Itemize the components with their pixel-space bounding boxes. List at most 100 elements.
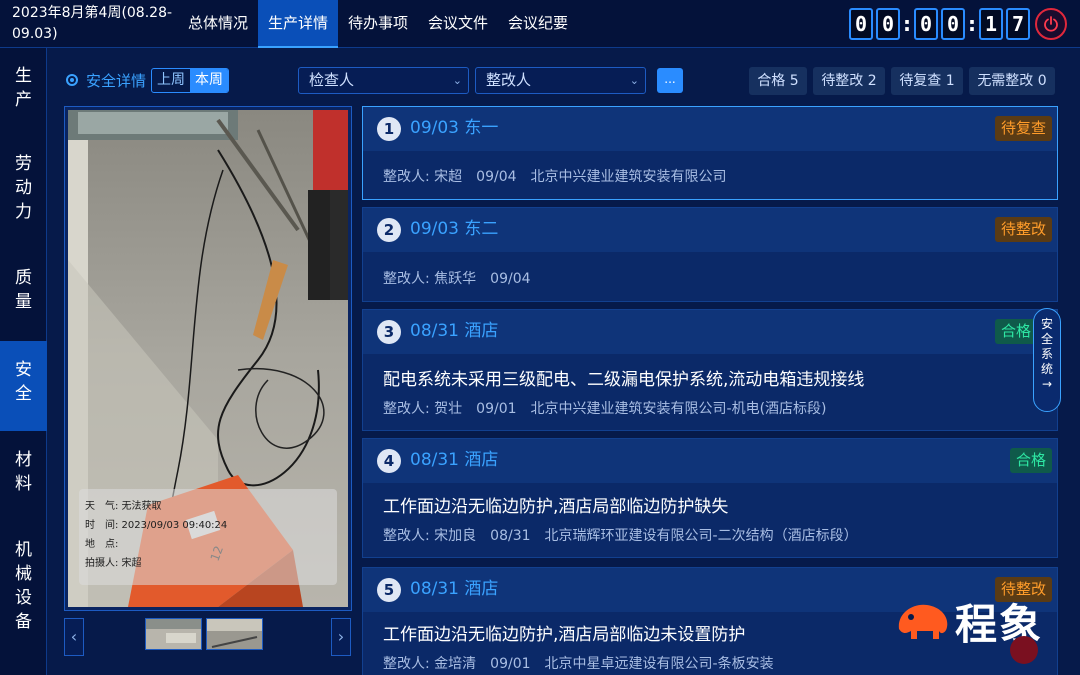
record-meta: 整改人: 宋超 09/04 北京中兴建业建筑安装有限公司: [383, 167, 741, 187]
safety-system-label: 安全系统→: [1040, 317, 1053, 391]
timer-digit: 0: [876, 8, 900, 40]
timer-digit: 0: [849, 8, 873, 40]
sidebar-item-machinery[interactable]: 机 械 设 备: [0, 538, 47, 638]
chevron-down-icon: ⌄: [452, 74, 462, 87]
record-date: 09/04: [476, 169, 517, 185]
power-icon: [1044, 16, 1058, 32]
thumb-prev-button[interactable]: ‹: [64, 618, 84, 656]
record-description: 配电系统未采用三级配电、二级漏电保护系统,流动电箱违规接线: [383, 370, 865, 390]
filter-pending-review[interactable]: 待复查 1: [891, 67, 963, 95]
record-card[interactable]: 2 09/03 东二 待整改 整改人: 焦跃华 09/04: [362, 207, 1058, 302]
record-description: 工作面边沿无临边防护,酒店局部临边防护缺失: [383, 497, 729, 517]
photo-weather: 天 气: 无法获取: [85, 501, 162, 512]
thumb-next-button[interactable]: ›: [331, 618, 351, 656]
last-week-button[interactable]: 上周: [152, 69, 190, 92]
record-company: 北京中兴建业建筑安装有限公司: [530, 169, 727, 185]
chevron-left-icon: ‹: [70, 627, 78, 646]
record-number: 1: [377, 117, 401, 141]
record-rectifier: 整改人: 宋加良: [383, 528, 477, 544]
record-card-header: 4 08/31 酒店 合格: [363, 439, 1057, 483]
inspector-select[interactable]: 检查人 ⌄: [298, 67, 469, 94]
tab-production-details[interactable]: 生产详情: [258, 0, 338, 48]
sidebar-item-quality[interactable]: 质 量: [0, 266, 47, 318]
timer-digit: 0: [941, 8, 965, 40]
section-radio-icon: [66, 74, 78, 86]
record-meta: 整改人: 焦跃华 09/04: [383, 269, 545, 289]
record-number: 4: [377, 449, 401, 473]
timer-digit: 7: [1006, 8, 1030, 40]
thumbnail-image: [146, 619, 201, 649]
record-rectifier: 整改人: 贺壮: [383, 401, 463, 417]
record-meta: 整改人: 贺壮 09/01 北京中兴建业建筑安装有限公司-机电(酒店标段): [383, 399, 841, 419]
sidebar-item-label: 生 产: [15, 66, 32, 110]
record-card[interactable]: 3 08/31 酒店 合格 配电系统未采用三级配电、二级漏电保护系统,流动电箱违…: [362, 309, 1058, 431]
record-card-header: 1 09/03 东一 待复查: [363, 107, 1057, 151]
safety-system-handle[interactable]: 安全系统→: [1033, 308, 1061, 412]
status-badge: 合格: [1009, 448, 1052, 473]
power-button[interactable]: [1035, 8, 1067, 40]
record-number: 3: [377, 320, 401, 344]
sidebar-item-safety[interactable]: 安 全: [0, 341, 47, 431]
record-date: 09/04: [490, 271, 531, 287]
photo-info-overlay: 天 气: 无法获取 时 间: 2023/09/03 09:40:24 地 点: …: [79, 489, 337, 585]
record-rectifier: 整改人: 金培清: [383, 656, 477, 672]
top-bar: 2023年8月第4周(08.28-09.03) 总体情况 生产详情 待办事项 会…: [0, 0, 1080, 48]
sidebar-item-materials[interactable]: 材 料: [0, 448, 47, 500]
filter-pending-fix[interactable]: 待整改 2: [813, 67, 885, 95]
rectifier-select-label: 整改人: [486, 71, 532, 89]
record-card-header: 3 08/31 酒店 合格: [363, 310, 1057, 354]
record-meta: 整改人: 金培清 09/01 北京中星卓远建设有限公司-条板安装: [383, 654, 788, 674]
photo-panel: 12 天 气: 无法获取 时 间: 2023/09/03 09:40:24 地 …: [64, 106, 352, 611]
tab-todo[interactable]: 待办事项: [338, 0, 418, 48]
section-title: 安全详情: [86, 72, 147, 90]
week-label: 2023年8月第4周(08.28-09.03): [12, 5, 173, 42]
record-title: 08/31 酒店: [410, 450, 499, 470]
timer-digit: 1: [979, 8, 1003, 40]
sidebar-item-production[interactable]: 生 产: [0, 64, 47, 116]
record-number: 2: [377, 218, 401, 242]
tab-meeting-files[interactable]: 会议文件: [418, 0, 498, 48]
left-sidebar: 生 产 劳 动 力 质 量 安 全 材 料 机 械 设 备: [0, 48, 47, 675]
record-company: 北京瑞辉环亚建设有限公司-二次结构（酒店标段）: [544, 528, 858, 544]
sidebar-item-label: 劳 动 力: [15, 154, 32, 222]
photo-photographer: 拍摄人: 宋超: [85, 558, 142, 569]
record-company: 北京中星卓远建设有限公司-条板安装: [544, 656, 774, 672]
timer-colon: :: [968, 12, 976, 36]
chevron-down-icon: ⌄: [629, 74, 639, 87]
thumbnail-image: [207, 619, 262, 649]
record-company: 北京中兴建业建筑安装有限公司-机电(酒店标段): [530, 401, 827, 417]
sidebar-item-label: 机 械 设 备: [15, 540, 32, 632]
sidebar-item-label: 材 料: [15, 450, 32, 494]
sidebar-item-labor[interactable]: 劳 动 力: [0, 152, 47, 228]
timer-colon: :: [903, 12, 911, 36]
thumbnail-1[interactable]: [145, 618, 202, 650]
record-description: 工作面边沿无临边防护,酒店局部临边未设置防护: [383, 625, 746, 645]
more-button[interactable]: ...: [657, 68, 683, 93]
this-week-button[interactable]: 本周: [190, 69, 228, 92]
status-badge: 待整改: [994, 217, 1052, 242]
filter-no-fix-needed[interactable]: 无需整改 0: [969, 67, 1055, 95]
record-date: 09/01: [476, 401, 517, 417]
record-title: 08/31 酒店: [410, 321, 499, 341]
record-card[interactable]: 1 09/03 东一 待复查 整改人: 宋超 09/04 北京中兴建业建筑安装有限公…: [362, 106, 1058, 200]
week-toggle: 上周 本周: [151, 68, 229, 93]
sidebar-item-label: 质 量: [15, 268, 32, 312]
photo-time: 时 间: 2023/09/03 09:40:24: [85, 520, 228, 531]
record-card[interactable]: 4 08/31 酒店 合格 工作面边沿无临边防护,酒店局部临边防护缺失 整改人:…: [362, 438, 1058, 558]
record-rectifier: 整改人: 宋超: [383, 169, 463, 185]
record-date: 09/01: [490, 656, 531, 672]
status-badge: 合格: [994, 319, 1037, 344]
elapsed-timer: 0 0 : 0 0 : 1 7: [849, 7, 1033, 41]
record-rectifier: 整改人: 焦跃华: [383, 271, 477, 287]
record-number: 5: [377, 578, 401, 602]
tab-overview[interactable]: 总体情况: [178, 0, 258, 48]
status-badge: 待复查: [994, 116, 1052, 141]
timer-digit: 0: [914, 8, 938, 40]
rectifier-select[interactable]: 整改人 ⌄: [475, 67, 646, 94]
elephant-icon: [898, 604, 948, 639]
tab-meeting-minutes[interactable]: 会议纪要: [498, 0, 578, 48]
photo-location: 地 点:: [85, 539, 119, 550]
thumbnail-2[interactable]: [206, 618, 263, 650]
filter-qualified[interactable]: 合格 5: [749, 67, 807, 95]
records-list: 1 09/03 东一 待复查 整改人: 宋超 09/04 北京中兴建业建筑安装有限公…: [362, 106, 1058, 675]
